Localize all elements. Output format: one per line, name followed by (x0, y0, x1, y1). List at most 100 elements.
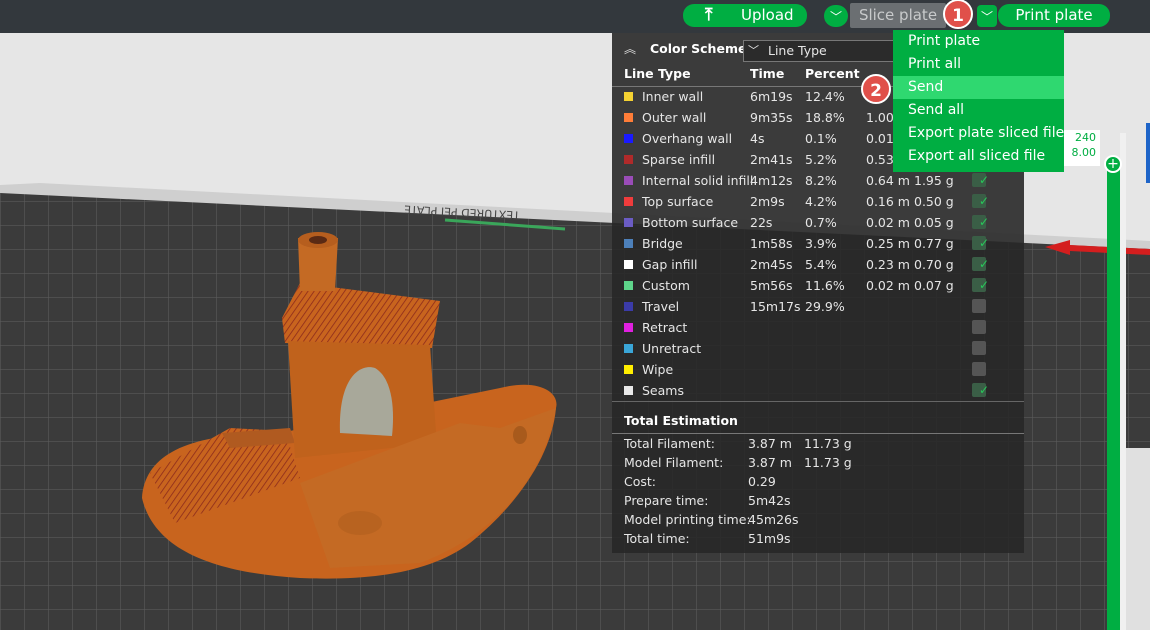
summary-row: Total Filament: 3.87 m 11.73 g (612, 434, 1024, 453)
upload-label: Upload (741, 6, 794, 24)
step-badge-1: 1 (943, 0, 973, 29)
upload-button[interactable]: ⤒ Upload (683, 4, 807, 27)
line-type-time: 9m35s (750, 110, 793, 125)
upload-icon: ⤒ (705, 5, 713, 25)
plate-right-edge (1126, 448, 1150, 630)
visibility-checkbox[interactable]: ✓ (972, 173, 990, 187)
summary-value: 3.87 m (748, 436, 792, 451)
slider-bottom-value: 8.00 (1071, 146, 1097, 159)
line-type-time: 5m56s (750, 278, 793, 293)
plus-icon: + (1107, 156, 1119, 172)
check-icon: ✓ (979, 173, 990, 187)
print-plate-button[interactable]: Print plate (998, 4, 1110, 27)
line-type-weight: 0.07 g (914, 278, 954, 293)
menu-item[interactable]: Print plate (893, 30, 1064, 53)
summary-row: Model printing time: 45m26s (612, 510, 1024, 529)
summary-row: Cost: 0.29 (612, 472, 1024, 491)
line-type-time: 4m12s (750, 173, 793, 188)
visibility-checkbox[interactable]: ✓ (972, 194, 990, 208)
color-swatch (624, 260, 633, 269)
summary-value-2: 11.73 g (804, 436, 852, 451)
visibility-checkbox[interactable]: ✓ (972, 236, 989, 250)
summary-row: Model Filament: 3.87 m 11.73 g (612, 453, 1024, 472)
check-icon: ✓ (979, 194, 990, 208)
menu-item-label: Export plate sliced file (908, 125, 1065, 141)
line-type-length: 0.16 m (866, 194, 910, 209)
menu-item[interactable]: Export all sliced file (893, 145, 1064, 168)
chevron-down-icon: ﹀ (980, 10, 993, 24)
visibility-checkbox[interactable]: ✓ (972, 278, 989, 292)
summary-value-2: 11.73 g (804, 455, 852, 470)
visibility-checkbox[interactable]: ✓ (972, 383, 989, 397)
visibility-checkbox[interactable] (972, 299, 986, 313)
summary-label: Prepare time: (624, 493, 709, 508)
line-type-percent: 11.6% (805, 278, 845, 293)
visibility-checkbox[interactable] (972, 320, 986, 334)
slice-dropdown-toggle[interactable]: ﹀ (824, 5, 848, 27)
menu-item-label: Export all sliced file (908, 148, 1046, 164)
chevron-down-icon: ﹀ (829, 10, 842, 24)
menu-item-label: Print all (908, 56, 962, 72)
layer-slider-track[interactable] (1107, 165, 1120, 630)
color-swatch (624, 281, 633, 290)
line-type-length: 0.01 (866, 131, 894, 146)
color-swatch (624, 134, 633, 143)
line-type-percent: 0.1% (805, 131, 837, 146)
slice-plate-button[interactable]: Slice plate (850, 3, 946, 28)
line-type-name: Retract (642, 320, 688, 335)
menu-item[interactable]: Export plate sliced file (893, 122, 1064, 145)
blue-edge (1146, 123, 1150, 183)
color-swatch (624, 176, 633, 185)
color-swatch (624, 218, 633, 227)
legend-title: Color Scheme (650, 41, 747, 56)
menu-item-label: Send (908, 79, 944, 95)
slice-plate-label: Slice plate (858, 6, 938, 24)
menu-item[interactable]: Send (893, 76, 1064, 99)
visibility-checkbox[interactable] (972, 362, 986, 376)
line-type-row: Travel 15m17s 29.9% (612, 296, 1024, 317)
summary-title: Total Estimation (624, 413, 738, 428)
line-type-name: Unretract (642, 341, 702, 356)
line-type-row: Seams ✓ (612, 380, 1024, 401)
color-swatch (624, 113, 633, 122)
visibility-checkbox[interactable]: ✓ (972, 215, 989, 229)
color-swatch (624, 155, 633, 164)
menu-item[interactable]: Send all (893, 99, 1064, 122)
line-type-percent: 0.7% (805, 215, 837, 230)
line-type-percent: 29.9% (805, 299, 845, 314)
line-type-length: 0.25 m (866, 236, 910, 251)
line-type-name: Wipe (642, 362, 674, 377)
print-dropdown-toggle[interactable]: ﹀ (977, 5, 997, 27)
line-type-percent: 5.4% (805, 257, 837, 272)
summary-label: Total time: (624, 531, 690, 546)
line-type-percent: 12.4% (805, 89, 845, 104)
visibility-checkbox[interactable]: ✓ (972, 257, 989, 271)
line-type-time: 2m45s (750, 257, 793, 272)
line-type-time: 2m9s (750, 194, 785, 209)
color-swatch (624, 239, 633, 248)
color-scheme-select[interactable]: ﹀ Line Type (743, 40, 905, 62)
step-badge-2-label: 2 (870, 81, 882, 101)
col-header-percent: Percent (805, 66, 860, 81)
line-type-row: Bridge 1m58s 3.9% 0.25 m 0.77 g ✓ (612, 233, 1024, 254)
line-type-time: 1m58s (750, 236, 793, 251)
summary-value: 51m9s (748, 531, 791, 546)
color-scheme-value: Line Type (768, 43, 827, 58)
summary-row: Prepare time: 5m42s (612, 491, 1024, 510)
summary-value: 0.29 (748, 474, 776, 489)
line-type-time: 2m41s (750, 152, 793, 167)
visibility-checkbox[interactable] (972, 341, 986, 355)
line-type-name: Sparse infill (642, 152, 716, 167)
slider-handle[interactable]: + (1104, 155, 1122, 173)
col-header-line-type: Line Type (624, 66, 691, 81)
line-type-name: Travel (642, 299, 680, 314)
line-type-name: Overhang wall (642, 131, 733, 146)
collapse-icon[interactable]: ︽ (624, 40, 636, 57)
color-swatch (624, 197, 633, 206)
color-swatch (624, 386, 633, 395)
line-type-name: Custom (642, 278, 690, 293)
line-type-length: 0.64 m (866, 173, 910, 188)
menu-item[interactable]: Print all (893, 53, 1064, 76)
summary-divider (612, 401, 1024, 402)
summary-row: Total time: 51m9s (612, 529, 1024, 548)
